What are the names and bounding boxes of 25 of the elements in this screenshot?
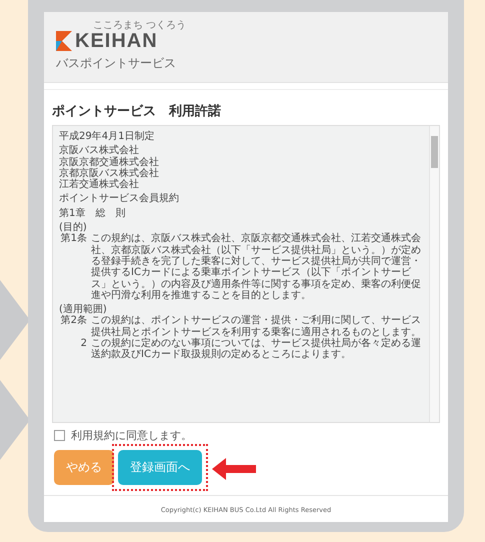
terms-text: ポイントサービス会員規約 — [59, 193, 180, 205]
scrollbar[interactable] — [429, 126, 439, 422]
article-text: この規約は、ポイントサービスの運営・提供・ご利用に関して、サービス提供社局とポイントサービスを利用する乗客に適用されるものとします。 — [91, 315, 422, 338]
terms-text: 江若交通株式会社 — [59, 179, 140, 190]
article-number: 第2条 — [60, 315, 87, 328]
article-number: 第1条 — [60, 233, 87, 246]
logo-tagline: こころまち つくろう — [93, 20, 186, 31]
logo-mark-icon — [56, 31, 72, 51]
terms-text: 第1章 総 則 — [59, 208, 126, 220]
terms-text: 京阪バス株式会社 — [59, 145, 140, 156]
article-number: 2 — [80, 338, 87, 352]
terms-text: (適用範囲) — [59, 304, 108, 316]
terms-text: (目的) — [59, 222, 88, 234]
arrow-icon — [212, 458, 256, 480]
article-text: この規約に定めのない事項については、サービス提供社局が各々定める運送約款及びICカード取扱規則の定めるところによります。 — [91, 338, 422, 361]
article-text: この規約は、京阪バス株式会社、京阪京都交通株式会社、江若交通株式会社、京都京阪バス株式会社（以下「サービス提供社局」という。）が定める登録手続きを完了した乗客に対して、サービス提供社局が共同で運営・提供するICカードによる乗車ポイントサービス（以下「ポイントサービス」という。）の内容及び適用条件等に関する事項を定め、乗客の利便促進や円滑な利用を推進することを目的とします。 — [91, 233, 422, 302]
terms-text: 京都京阪バス株式会社 — [59, 168, 160, 179]
terms-text: 京阪京都交通株式会社 — [59, 156, 160, 168]
terms-text: 平成29年4月1日制定 — [59, 131, 156, 142]
form-button[interactable]: 登録画面へ — [118, 450, 202, 485]
service-name: バスポイントサービス — [56, 55, 177, 72]
form-button[interactable]: やめる — [54, 450, 114, 485]
agree-label: 利用規約に同意します。 — [71, 428, 192, 443]
agree-checkbox[interactable] — [54, 430, 65, 441]
logo-text: KEIHAN — [75, 31, 159, 51]
